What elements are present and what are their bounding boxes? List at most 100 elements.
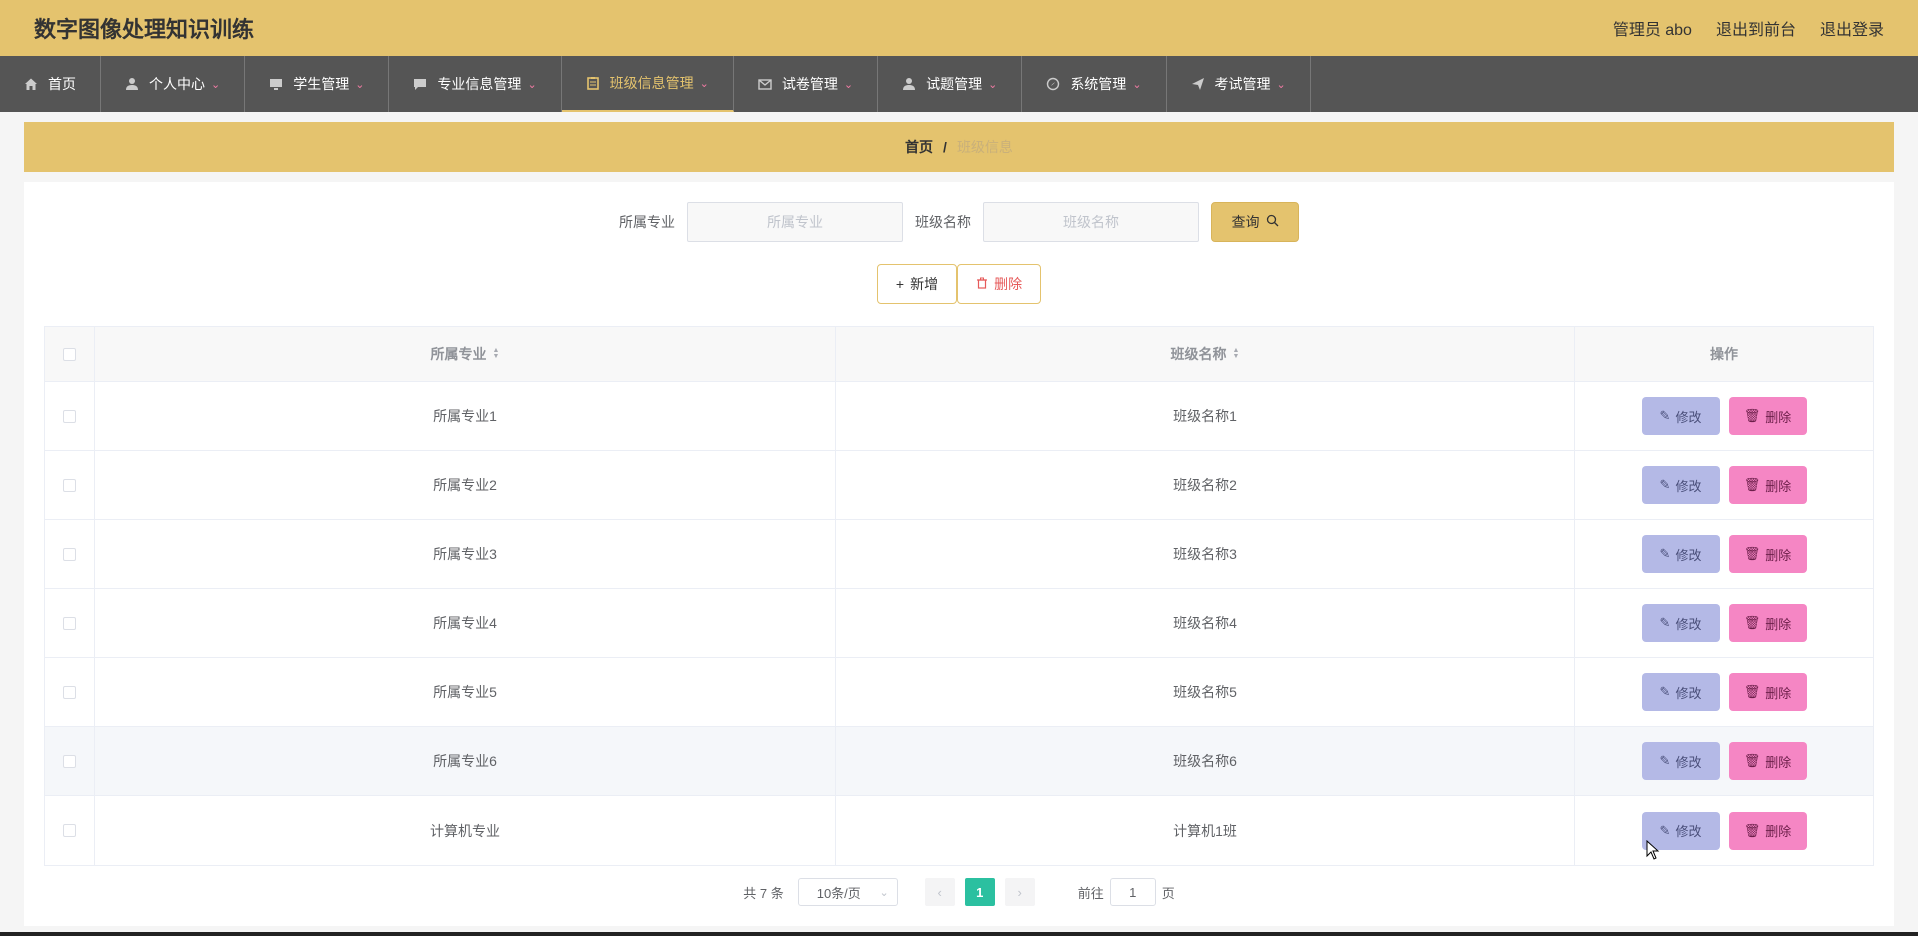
query-button[interactable]: 查询	[1211, 202, 1299, 242]
edit-button[interactable]: ✎ 修改	[1641, 742, 1720, 780]
delete-button[interactable]: 🗑 删除	[1728, 397, 1807, 435]
nav-item-student-management[interactable]: 学生管理 ⌄	[245, 56, 390, 112]
edit-icon: ✎	[1659, 546, 1671, 561]
delete-button[interactable]: 🗑 删除	[1728, 535, 1807, 573]
next-page-button[interactable]: ›	[1004, 878, 1035, 906]
breadcrumb-current: 班级信息	[956, 139, 1013, 155]
cell-class: 班级名称2	[836, 451, 1575, 519]
clipboard-icon	[586, 76, 600, 90]
table-row: 所属专业2 班级名称2 ✎ 修改 🗑 删除	[45, 451, 1873, 520]
trash-icon: 🗑	[1743, 615, 1761, 630]
batch-delete-button[interactable]: 删除	[957, 264, 1042, 304]
column-header-actions: 操作	[1575, 327, 1873, 381]
cell-major: 所属专业6	[95, 727, 836, 795]
trash-icon: 🗑	[1743, 684, 1761, 699]
action-bar: + 新增 删除	[24, 264, 1894, 304]
mail-icon	[758, 77, 772, 91]
edit-button[interactable]: ✎ 修改	[1641, 535, 1720, 573]
add-button[interactable]: + 新增	[876, 264, 958, 304]
chevron-down-icon: ⌄	[879, 886, 889, 899]
search-icon	[1266, 214, 1279, 230]
main-nav: 首页 个人中心 ⌄ 学生管理 ⌄ 专业信息管理 ⌄ 班级信息管理 ⌄ 试卷管理 …	[0, 56, 1918, 112]
nav-item-personal-center[interactable]: 个人中心 ⌄	[101, 56, 246, 112]
nav-item-label: 专业信息管理	[437, 76, 522, 92]
table-row: 所属专业4 班级名称4 ✎ 修改 🗑 删除	[45, 589, 1873, 658]
delete-button-label: 删除	[1765, 616, 1792, 632]
row-checkbox[interactable]	[63, 616, 76, 630]
delete-button[interactable]: 🗑 删除	[1728, 604, 1807, 642]
table-row: 所属专业5 班级名称5 ✎ 修改 🗑 删除	[45, 658, 1873, 727]
table-header: 所属专业 ▲ ▼ 班级名称 ▲ ▼ 操作	[45, 327, 1873, 382]
logout-link[interactable]: 退出登录	[1820, 16, 1884, 40]
nav-item-question-management[interactable]: 试题管理 ⌄	[878, 56, 1023, 112]
page-size-select[interactable]: 10条/页 ⌄	[797, 878, 898, 906]
edit-icon: ✎	[1659, 684, 1671, 699]
sort-icon[interactable]: ▲ ▼	[493, 347, 500, 360]
nav-item-label: 学生管理	[293, 76, 350, 92]
nav-item-paper-management[interactable]: 试卷管理 ⌄	[734, 56, 879, 112]
nav-item-label: 系统管理	[1070, 76, 1127, 92]
nav-item-label: 试题管理	[926, 76, 983, 92]
delete-button[interactable]: 🗑 删除	[1728, 466, 1807, 504]
goto-page-input[interactable]	[1109, 878, 1156, 906]
exit-to-front-link[interactable]: 退出到前台	[1716, 16, 1796, 40]
user-icon	[125, 77, 139, 91]
cell-major: 所属专业4	[95, 589, 836, 657]
row-checkbox[interactable]	[63, 824, 76, 837]
edit-icon: ✎	[1659, 753, 1671, 768]
page-number-button[interactable]: 1	[964, 878, 995, 906]
nav-item-home[interactable]: 首页	[0, 56, 101, 112]
delete-button[interactable]: 🗑 删除	[1728, 811, 1807, 850]
breadcrumb-home[interactable]: 首页	[905, 137, 933, 157]
chevron-left-icon: ‹	[937, 884, 942, 900]
trash-icon	[976, 276, 988, 292]
prev-page-button[interactable]: ‹	[924, 878, 955, 906]
row-checkbox[interactable]	[63, 478, 76, 492]
delete-button-label: 删除	[1765, 409, 1792, 425]
select-all-checkbox[interactable]	[63, 347, 76, 361]
nav-item-system-management[interactable]: 系统管理 ⌄	[1022, 56, 1167, 112]
nav-item-label: 首页	[48, 76, 76, 92]
chevron-down-icon: ⌄	[1132, 78, 1142, 91]
edit-button[interactable]: ✎ 修改	[1641, 397, 1720, 435]
edit-button[interactable]: ✎ 修改	[1641, 673, 1720, 711]
chevron-down-icon: ⌄	[843, 78, 854, 91]
delete-button[interactable]: 🗑 删除	[1728, 673, 1807, 711]
column-header-class[interactable]: 班级名称 ▲ ▼	[836, 327, 1575, 381]
chevron-right-icon: ›	[1017, 884, 1022, 900]
breadcrumb-separator: /	[943, 139, 947, 155]
edit-button-label: 修改	[1675, 754, 1702, 770]
edit-button-label: 修改	[1675, 409, 1702, 425]
delete-button-label: 删除	[1765, 547, 1792, 563]
edit-button-label: 修改	[1675, 824, 1702, 839]
delete-button-label: 删除	[1765, 685, 1792, 701]
nav-item-major-management[interactable]: 专业信息管理 ⌄	[389, 56, 562, 112]
edit-icon: ✎	[1659, 408, 1671, 423]
edit-button[interactable]: ✎ 修改	[1641, 604, 1720, 642]
row-checkbox[interactable]	[63, 547, 76, 561]
edit-button[interactable]: ✎ 修改	[1641, 466, 1720, 504]
edit-button-label: 修改	[1675, 478, 1702, 494]
cell-major: 计算机专业	[95, 796, 836, 865]
table-row: 所属专业3 班级名称3 ✎ 修改 🗑 删除	[45, 520, 1873, 589]
nav-item-class-management[interactable]: 班级信息管理 ⌄	[561, 56, 734, 112]
breadcrumb: 首页 / 班级信息	[24, 122, 1894, 172]
monitor-icon	[269, 77, 283, 91]
sort-icon[interactable]: ▲ ▼	[1233, 347, 1240, 360]
delete-button[interactable]: 🗑 删除	[1728, 742, 1807, 780]
chevron-down-icon: ⌄	[355, 78, 365, 91]
row-checkbox[interactable]	[63, 754, 76, 768]
row-checkbox[interactable]	[63, 685, 76, 699]
delete-button-label: 删除	[1765, 824, 1792, 839]
row-checkbox[interactable]	[63, 409, 76, 423]
add-button-label: 新增	[910, 276, 939, 292]
cell-class: 班级名称3	[836, 520, 1575, 588]
nav-item-label: 班级信息管理	[609, 75, 694, 91]
table-row: 所属专业6 班级名称6 ✎ 修改 🗑 删除	[45, 727, 1873, 796]
major-filter-input[interactable]	[687, 202, 903, 242]
chat-icon	[413, 77, 427, 91]
nav-item-exam-management[interactable]: 考试管理 ⌄	[1167, 56, 1311, 112]
class-filter-input[interactable]	[983, 202, 1199, 242]
edit-icon: ✎	[1659, 477, 1671, 492]
column-header-major[interactable]: 所属专业 ▲ ▼	[95, 327, 836, 381]
